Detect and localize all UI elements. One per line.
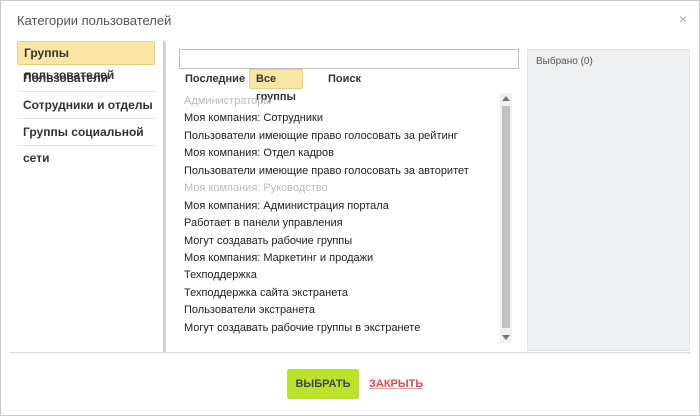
sidebar-item-social-groups[interactable]: Группы социальной сети [17, 119, 155, 165]
list-item[interactable]: Техподдержка сайта экстранета [184, 285, 348, 302]
tab-all-groups[interactable]: Все группы [249, 69, 303, 103]
user-categories-dialog: Категории пользователей × Группы пользов… [0, 0, 700, 416]
list-item[interactable]: Моя компания: Администрация портала [184, 198, 389, 215]
footer-divider [9, 352, 691, 353]
list-item[interactable]: Моя компания: Сотрудники [184, 110, 323, 127]
selected-panel: Выбрано (0) [527, 49, 690, 351]
group-list-scrollbar[interactable] [500, 93, 512, 343]
sidebar-divider [163, 41, 166, 353]
list-item[interactable]: Пользователи имеющие право голосовать за… [184, 163, 469, 180]
list-item: Администраторы [184, 95, 272, 107]
select-button[interactable]: ВЫБРАТЬ [287, 369, 359, 399]
list-item[interactable]: Техподдержка [184, 267, 257, 284]
scroll-up-arrow-icon[interactable] [502, 96, 510, 101]
sidebar-item-users[interactable]: Пользователи [17, 65, 155, 92]
scroll-down-arrow-icon[interactable] [502, 335, 510, 340]
list-item: Моя компания: Руководство [184, 182, 328, 194]
scroll-thumb[interactable] [502, 106, 510, 328]
close-icon[interactable]: × [679, 11, 687, 27]
search-input[interactable] [179, 49, 519, 69]
close-button[interactable]: ЗАКРЫТЬ [369, 369, 423, 399]
sidebar-item-employees-departments[interactable]: Сотрудники и отделы [17, 92, 155, 119]
list-item[interactable]: Пользователи экстранета [184, 302, 315, 319]
dialog-title: Категории пользователей [17, 13, 172, 28]
dialog-header: Категории пользователей × [1, 1, 699, 39]
list-item[interactable]: Пользователи имеющие право голосовать за… [184, 128, 458, 145]
selected-count-label: Выбрано (0) [536, 56, 593, 67]
list-item[interactable]: Могут создавать рабочие группы в экстран… [184, 320, 420, 337]
list-item[interactable]: Моя компания: Отдел кадров [184, 145, 334, 162]
group-list: Администраторы Моя компания: Сотрудники … [179, 93, 501, 343]
list-item[interactable]: Могут создавать рабочие группы [184, 233, 352, 250]
sidebar-item-user-groups[interactable]: Группы пользователей [17, 41, 155, 82]
list-item[interactable]: Работает в панели управления [184, 215, 343, 232]
tab-search[interactable]: Поиск [322, 70, 367, 88]
tab-recent[interactable]: Последние [179, 70, 251, 88]
category-sidebar: Группы пользователей Пользователи Сотруд… [17, 41, 155, 165]
list-item[interactable]: Моя компания: Маркетинг и продажи [184, 250, 373, 267]
